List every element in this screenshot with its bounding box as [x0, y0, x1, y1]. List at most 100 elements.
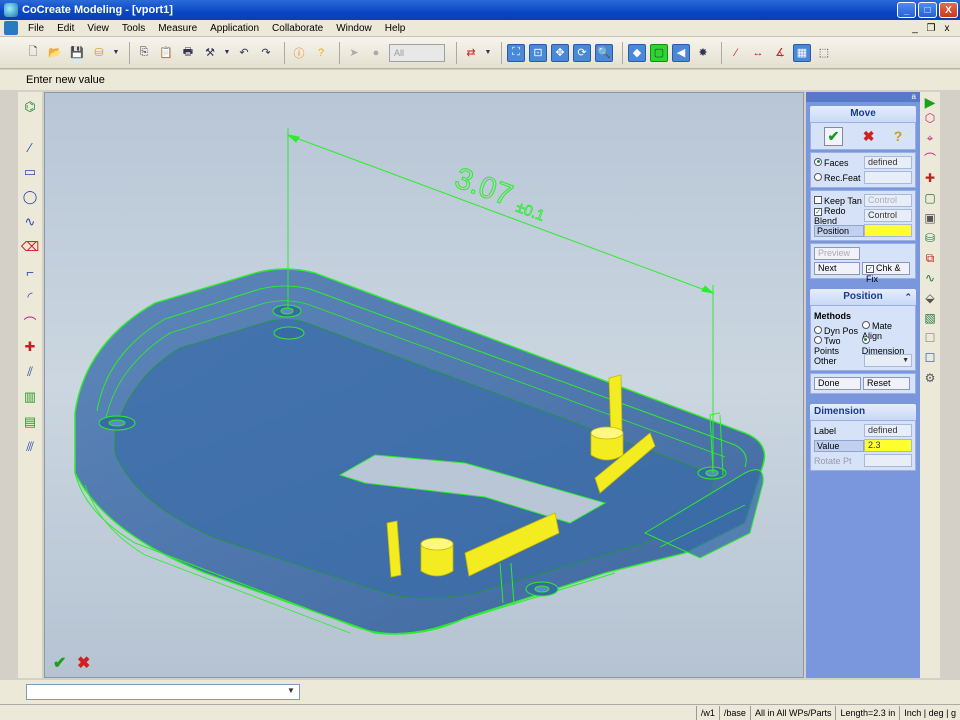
cross-tool-icon[interactable]: ✚ [21, 338, 39, 356]
redo-icon[interactable]: ↷ [257, 44, 275, 62]
document-icon[interactable] [4, 21, 18, 35]
matealign-radio[interactable] [862, 320, 871, 329]
tools-icon[interactable]: ⚒ [201, 44, 219, 62]
measure-angle-icon[interactable]: ∡ [771, 44, 789, 62]
gear-part-icon[interactable]: ⚙ [922, 370, 938, 386]
cancel-x-icon[interactable]: ✖ [77, 653, 90, 673]
chevron-down-icon[interactable]: ▼ [287, 686, 958, 695]
step-tool-icon[interactable]: ⌐ [21, 263, 39, 281]
play-icon[interactable]: ▶ [925, 94, 936, 111]
ok-icon[interactable]: ✔ [823, 126, 844, 146]
workplane-icon[interactable]: ⬡ [922, 110, 938, 126]
select-arrow-icon[interactable]: ➤ [345, 44, 363, 62]
undo-icon[interactable]: ↶ [235, 44, 253, 62]
arc-tool-icon[interactable]: ◜ [21, 288, 39, 306]
collapse-chevron-icon[interactable]: ⌃ [904, 289, 912, 305]
keeptan-checkbox[interactable] [814, 195, 822, 204]
menu-file[interactable]: File [22, 23, 51, 34]
curve-icon[interactable]: ⌒ [922, 150, 938, 166]
preview-button[interactable]: Preview [814, 247, 860, 260]
redoblend-value[interactable]: Control [864, 209, 912, 222]
dropdown-arrow-icon[interactable]: ▼ [223, 44, 231, 62]
rotatept-value[interactable] [864, 454, 912, 467]
previous-view-icon[interactable]: ◀ [672, 43, 690, 62]
calculator-icon[interactable]: ▦ [793, 43, 811, 62]
menu-edit[interactable]: Edit [51, 23, 81, 34]
label-value[interactable]: defined [864, 424, 912, 437]
filter-icon[interactable]: ● [367, 44, 385, 62]
menu-application[interactable]: Application [204, 23, 266, 34]
menu-collaborate[interactable]: Collaborate [266, 23, 330, 34]
faces-radio[interactable] [814, 157, 822, 166]
command-input[interactable] [26, 684, 300, 700]
extrude-tool-icon[interactable]: ▥ [21, 388, 39, 406]
parallel-tool-icon[interactable]: ⫽ [21, 363, 39, 381]
hatch-tool-icon[interactable]: ⫻ [21, 438, 39, 456]
next-button[interactable]: Next [814, 262, 860, 275]
done-button[interactable]: Done [814, 377, 861, 390]
boolean-icon[interactable]: ⧉ [922, 250, 938, 266]
eraser-tool-icon[interactable]: ⌫ [21, 238, 39, 256]
measure-distance-icon[interactable]: ↔ [749, 44, 767, 62]
zoom-icon[interactable]: 🔍 [595, 43, 613, 62]
other-select[interactable]: ▼ [864, 354, 912, 367]
cylinder-icon[interactable]: ⛁ [922, 230, 938, 246]
measure-line-icon[interactable]: ⁄ [727, 44, 745, 62]
comment-icon[interactable]: ☐ [922, 350, 938, 366]
position-label[interactable]: Position [814, 224, 864, 237]
square-icon[interactable]: ▢ [922, 190, 938, 206]
pattern-icon[interactable]: ▧ [922, 310, 938, 326]
dropdown-arrow-icon[interactable]: ▼ [484, 44, 492, 62]
help-icon[interactable]: ? [312, 44, 330, 62]
save-icon[interactable]: 💾 [68, 44, 86, 62]
position-value[interactable] [864, 224, 912, 237]
info-icon[interactable]: ⓘ [290, 44, 308, 62]
cancel-icon[interactable]: ✖ [863, 128, 875, 145]
rotate-view-icon[interactable]: ⟳ [573, 43, 591, 62]
reset-button[interactable]: Reset [863, 377, 910, 390]
menu-measure[interactable]: Measure [152, 23, 204, 34]
part-browser-icon[interactable]: ⬚ [815, 44, 833, 62]
copy-icon[interactable]: ⎘ [135, 44, 153, 62]
fit-view-icon[interactable]: ⛶ [507, 43, 525, 62]
print-icon[interactable]: 🖶 [179, 44, 197, 62]
fillet-tool-icon[interactable]: ⌒ [21, 313, 39, 331]
panel-pin[interactable]: a [806, 92, 920, 102]
circle-tool-icon[interactable]: ◯ [21, 188, 39, 206]
new-file-icon[interactable]: 🗋 [24, 44, 42, 62]
menu-window[interactable]: Window [330, 23, 379, 34]
rectangle-tool-icon[interactable]: ▭ [21, 163, 39, 181]
dimension-value-text[interactable]: 3.07 [450, 161, 517, 213]
note-icon[interactable]: ☐ [922, 330, 938, 346]
menu-view[interactable]: View [81, 23, 116, 34]
3d-viewport[interactable]: 3.07 ±0.1 ✔ ✖ [44, 92, 804, 678]
pan-icon[interactable]: ✥ [551, 43, 569, 62]
confirm-check-icon[interactable]: ✔ [53, 653, 66, 673]
open-folder-icon[interactable]: 📂 [46, 44, 64, 62]
mill-tool-icon[interactable]: ▤ [21, 413, 39, 431]
menu-tools[interactable]: Tools [116, 23, 152, 34]
spline-tool-icon[interactable]: ∿ [21, 213, 39, 231]
chkfix-checkbox[interactable]: ✓ [866, 265, 874, 273]
redoblend-checkbox[interactable]: ✓ [814, 207, 822, 216]
wave-icon[interactable]: ∿ [922, 270, 938, 286]
structure-tree-icon[interactable]: ⌬ [21, 98, 39, 116]
value-label[interactable]: Value [814, 439, 864, 452]
faces-value[interactable]: defined [864, 156, 912, 169]
dropdown-arrow-icon[interactable]: ▼ [112, 44, 120, 62]
keeptan-value[interactable]: Control [864, 194, 912, 207]
maximize-button[interactable]: □ [918, 2, 937, 18]
close-button[interactable]: X [939, 2, 958, 18]
axis-icon[interactable]: ✚ [922, 170, 938, 186]
mdi-minimize-button[interactable]: _ [908, 23, 922, 34]
dimension-radio[interactable] [861, 335, 870, 344]
mdi-close-button[interactable]: x [940, 23, 954, 34]
selection-filter-select[interactable]: All [389, 43, 445, 62]
database-icon[interactable]: ⛁ [90, 44, 108, 62]
recfeat-value[interactable] [864, 171, 912, 184]
mdi-restore-button[interactable]: ❐ [924, 23, 938, 34]
menu-help[interactable]: Help [379, 23, 413, 34]
help-icon[interactable]: ? [894, 128, 903, 144]
line-tool-icon[interactable]: ⁄ [21, 138, 39, 156]
shaded-view-icon[interactable]: ◆ [628, 43, 646, 62]
